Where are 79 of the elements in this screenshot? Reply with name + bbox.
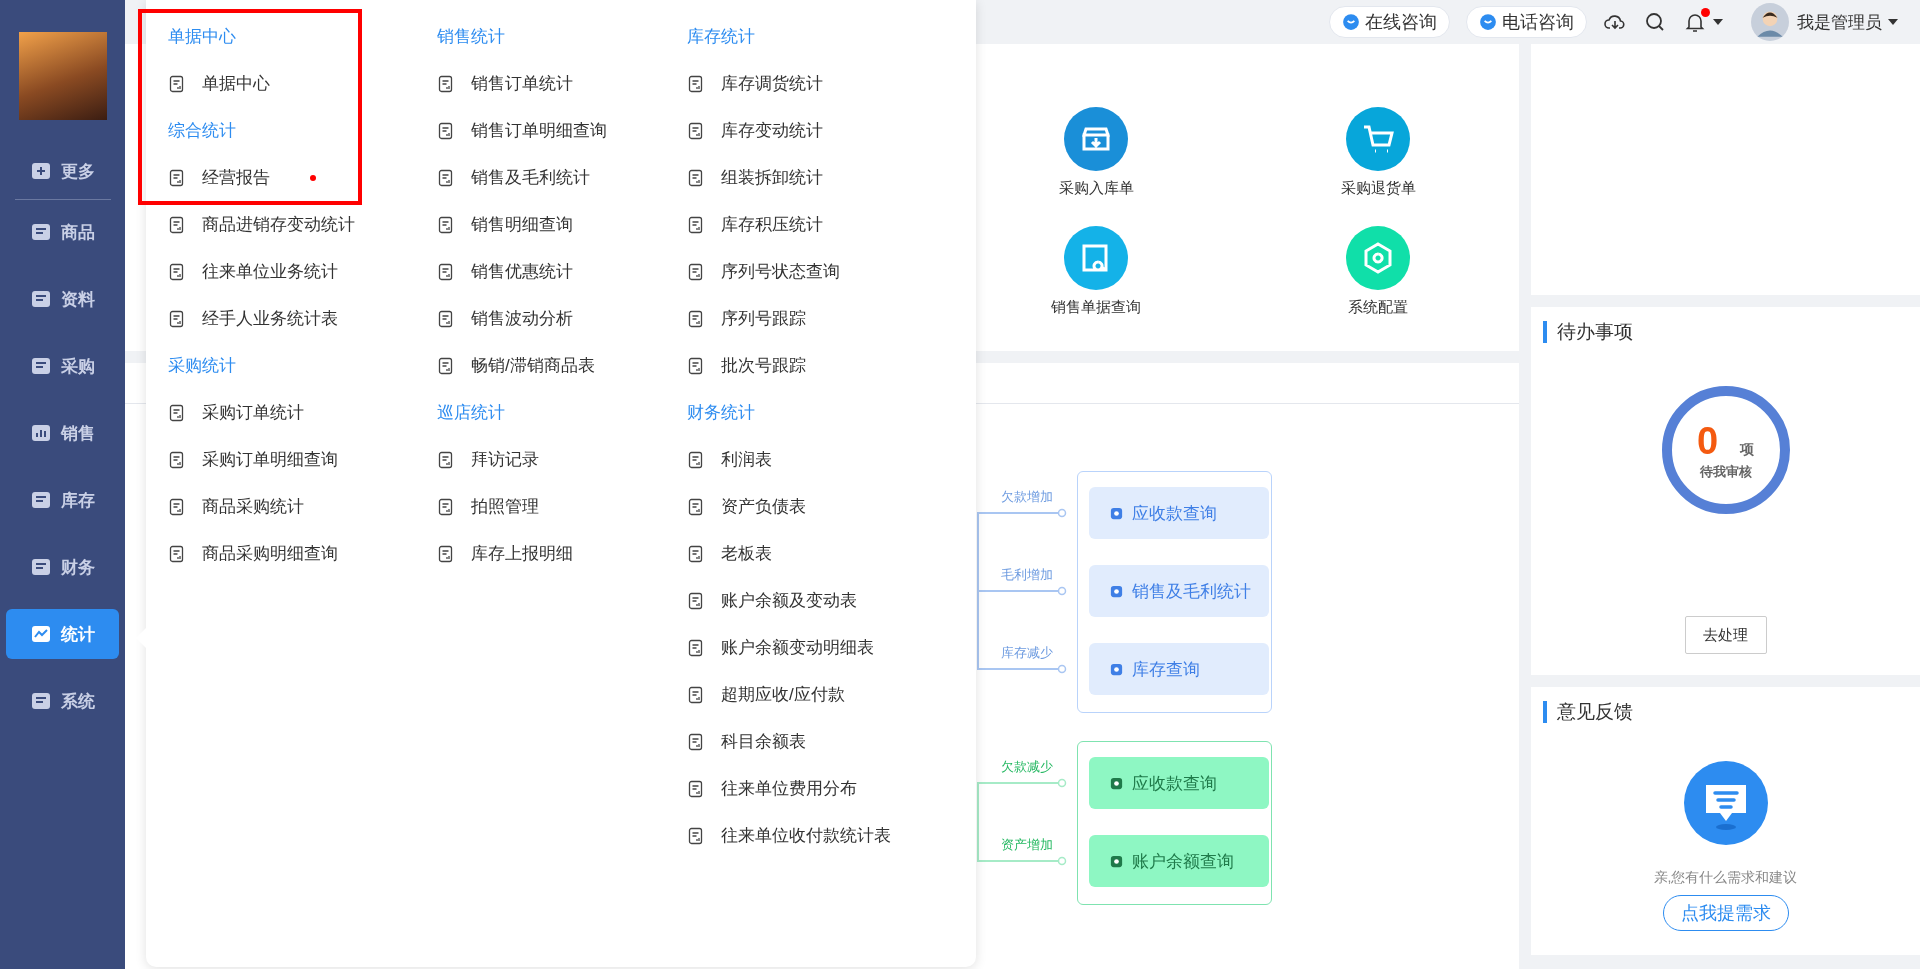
- menu-section-header: 单据中心: [168, 26, 236, 48]
- caret-icon[interactable]: [1888, 19, 1898, 25]
- menu-item[interactable]: 采购订单统计: [168, 401, 304, 424]
- sidebar-item[interactable]: 销售: [6, 408, 119, 458]
- menu-item[interactable]: 往来单位业务统计: [168, 260, 338, 283]
- todo-count: 0: [1696, 419, 1719, 463]
- menu-item[interactable]: 销售及毛利统计: [437, 166, 590, 189]
- menu-item[interactable]: 科目余额表: [687, 730, 806, 753]
- menu-item[interactable]: 序列号状态查询: [687, 260, 840, 283]
- todo-unit: 项: [1740, 441, 1755, 459]
- feedback-text: 亲,您有什么需求和建议: [1653, 869, 1798, 887]
- menu-item[interactable]: 经营报告: [168, 166, 270, 189]
- consult-button[interactable]: 电话咨询: [1466, 6, 1587, 38]
- flow-label: 欠款减少: [1000, 758, 1054, 776]
- query-button[interactable]: 账户余额查询: [1089, 835, 1269, 887]
- user-name[interactable]: 我是管理员: [1797, 10, 1882, 34]
- menu-item[interactable]: 经手人业务统计表: [168, 307, 338, 330]
- avatar-icon[interactable]: [1751, 3, 1789, 41]
- sidebar-item[interactable]: 更多: [6, 146, 119, 196]
- menu-item[interactable]: 销售订单明细查询: [437, 119, 607, 142]
- menu-item[interactable]: 库存调货统计: [687, 72, 823, 95]
- menu-item[interactable]: 单据中心: [168, 72, 270, 95]
- todo-caption: 待我审核: [1699, 463, 1752, 481]
- menu-section-header: 销售统计: [437, 26, 505, 48]
- menu-item[interactable]: 超期应收/应付款: [687, 683, 845, 706]
- menu-item[interactable]: 商品采购统计: [168, 495, 304, 518]
- sidebar-item[interactable]: 商品: [6, 207, 119, 257]
- sidebar-item[interactable]: 库存: [6, 475, 119, 525]
- consult-button[interactable]: 在线咨询: [1329, 6, 1450, 38]
- menu-item[interactable]: 商品采购明细查询: [168, 542, 338, 565]
- menu-item[interactable]: 往来单位费用分布: [687, 777, 857, 800]
- sidebar-item[interactable]: 财务: [6, 542, 119, 592]
- quick-action-button[interactable]: 销售单据查询: [955, 225, 1237, 318]
- menu-item[interactable]: 畅销/滞销商品表: [437, 354, 595, 377]
- menu-item[interactable]: 利润表: [687, 448, 772, 471]
- menu-item[interactable]: 序列号跟踪: [687, 307, 806, 330]
- chat-icon: [1342, 13, 1360, 31]
- menu-item[interactable]: 库存变动统计: [687, 119, 823, 142]
- menu-item[interactable]: 销售订单统计: [437, 72, 573, 95]
- quick-action-button[interactable]: 系统配置: [1237, 225, 1519, 318]
- sidebar-item[interactable]: 采购: [6, 341, 119, 391]
- menu-section-header: 财务统计: [687, 402, 755, 424]
- menu-item[interactable]: 库存积压统计: [687, 213, 823, 236]
- message-icon: [1683, 761, 1768, 845]
- query-button[interactable]: 应收款查询: [1089, 757, 1269, 809]
- menu-item[interactable]: 销售明细查询: [437, 213, 573, 236]
- menu-item[interactable]: 账户余额及变动表: [687, 589, 857, 612]
- menu-item[interactable]: 资产负债表: [687, 495, 806, 518]
- menu-item[interactable]: 批次号跟踪: [687, 354, 806, 377]
- process-button[interactable]: 去处理: [1684, 616, 1767, 654]
- menu-item[interactable]: 拍照管理: [437, 495, 539, 518]
- quick-action-button[interactable]: 采购退货单: [1237, 106, 1519, 199]
- flow-label: 毛利增加: [1000, 566, 1054, 584]
- sidebar-item[interactable]: 系统: [6, 676, 119, 726]
- menu-item[interactable]: 采购订单明细查询: [168, 448, 338, 471]
- menu-item[interactable]: 拜访记录: [437, 448, 539, 471]
- menu-section-header: 综合统计: [168, 120, 236, 142]
- menu-item[interactable]: 账户余额变动明细表: [687, 636, 874, 659]
- card-title: 意见反馈: [1543, 701, 1633, 723]
- menu-section-header: 巡店统计: [437, 402, 505, 424]
- menu-item[interactable]: 销售波动分析: [437, 307, 573, 330]
- menu-item[interactable]: 销售优惠统计: [437, 260, 573, 283]
- plus-icon: [30, 161, 51, 181]
- sidebar-item[interactable]: 资料: [6, 274, 119, 324]
- menu-item[interactable]: 组装拆卸统计: [687, 166, 823, 189]
- feedback-button[interactable]: 点我提需求: [1662, 895, 1789, 931]
- menu-item[interactable]: 老板表: [687, 542, 772, 565]
- bar-chart-icon: [30, 423, 51, 443]
- menu-section-header: 库存统计: [687, 26, 755, 48]
- caret-icon[interactable]: [1713, 19, 1723, 25]
- flow-label: 库存减少: [1000, 644, 1054, 662]
- menu-item[interactable]: 库存上报明细: [437, 542, 573, 565]
- menu-item[interactable]: 商品进销存变动统计: [168, 213, 355, 236]
- menu-section-header: 采购统计: [168, 355, 236, 377]
- flow-label: 欠款增加: [1000, 488, 1054, 506]
- flow-label: 资产增加: [1000, 836, 1054, 854]
- line-chart-icon: [30, 624, 51, 644]
- menu-item[interactable]: 往来单位收付款统计表: [687, 824, 891, 847]
- card-title: 待办事项: [1543, 321, 1633, 343]
